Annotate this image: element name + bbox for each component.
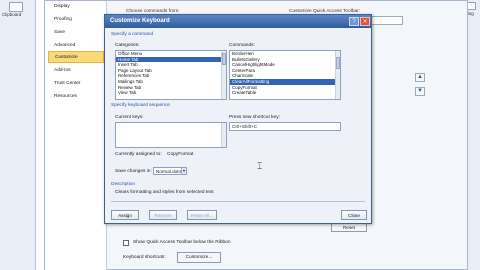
word-options-nav: Display Proofing Save Advanced Customize… (45, 1, 107, 270)
scroll-thumb[interactable] (222, 53, 226, 65)
currently-assigned-value: CopyFormat (167, 152, 194, 157)
assign-button[interactable]: Assign (111, 210, 139, 220)
list-item[interactable]: CreateTable (230, 90, 340, 96)
press-new-shortcut-label: Press new shortcut key: (229, 115, 280, 120)
nav-item-save[interactable]: Save (48, 27, 104, 39)
new-shortcut-input[interactable]: Ctrl+Shift+C (229, 122, 341, 131)
scroll-thumb[interactable] (336, 57, 340, 69)
save-changes-value: Normal.dotm (156, 169, 183, 174)
nav-item-proofing[interactable]: Proofing (48, 14, 104, 26)
description-text: Clears formatting and styles from select… (115, 190, 214, 195)
move-up-button[interactable]: ▲ (415, 73, 425, 82)
list-item[interactable]: View Tab (116, 90, 226, 96)
customize-keyboard-dialog: Customize Keyboard ? ✕ Specify a command… (104, 14, 372, 224)
current-keys-list[interactable] (115, 122, 227, 148)
show-qat-below-checkbox[interactable] (123, 240, 129, 246)
reset-button[interactable]: Reset (331, 223, 367, 232)
nav-item-resources[interactable]: Resources (48, 91, 104, 103)
commands-list[interactable]: BorderHeri BulletsGallery CancelHighligh… (229, 50, 341, 100)
reset-all-button[interactable]: Reset All... (187, 210, 217, 220)
show-qat-below-label: Show Quick Access Toolbar below the Ribb… (133, 240, 231, 245)
keyboard-shortcuts-label: Keyboard shortcuts: (123, 255, 166, 260)
nav-item-trust-center[interactable]: Trust Center (48, 78, 104, 90)
ribbon-left-edge: Clipboard (0, 0, 36, 270)
clipboard-group-label: Clipboard (2, 12, 22, 17)
specify-command-heading: Specify a command (111, 32, 154, 37)
commands-label: Commands: (229, 43, 255, 48)
remove-button[interactable]: Remove (149, 210, 177, 220)
categories-scrollbar[interactable] (221, 51, 226, 99)
save-changes-select[interactable]: Normal.dotm ▼ (153, 167, 187, 175)
current-keys-label: Current keys: (115, 115, 144, 120)
paste-icon[interactable] (9, 2, 23, 12)
specify-sequence-heading: Specify keyboard sequence (111, 103, 170, 108)
commands-scrollbar[interactable] (335, 51, 340, 99)
description-divider (111, 201, 365, 202)
description-heading: Description (111, 182, 135, 187)
mouse-cursor-icon: ⌶ (257, 161, 263, 171)
save-changes-label: Save changes in: (115, 169, 152, 174)
close-button[interactable]: Close (341, 210, 367, 220)
currently-assigned-label: Currently assigned to: (115, 152, 162, 157)
categories-label: Categories: (115, 43, 140, 48)
nav-item-display[interactable]: Display (48, 1, 104, 13)
nav-item-add-ins[interactable]: Add-Ins (48, 65, 104, 77)
close-icon[interactable]: ✕ (360, 17, 370, 26)
help-icon[interactable]: ? (349, 17, 359, 26)
dialog-title-bar[interactable]: Customize Keyboard ? ✕ (105, 15, 371, 28)
current-keys-scrollbar[interactable] (221, 123, 226, 147)
chevron-down-icon[interactable]: ▼ (181, 168, 186, 174)
customize-shortcuts-button[interactable]: Customize... (177, 252, 221, 263)
categories-list[interactable]: Office Menu Home Tab Insert Tab Page Lay… (115, 50, 227, 100)
move-down-button[interactable]: ▼ (415, 87, 425, 96)
dialog-title: Customize Keyboard (110, 18, 170, 24)
nav-item-customize[interactable]: Customize (48, 51, 104, 63)
